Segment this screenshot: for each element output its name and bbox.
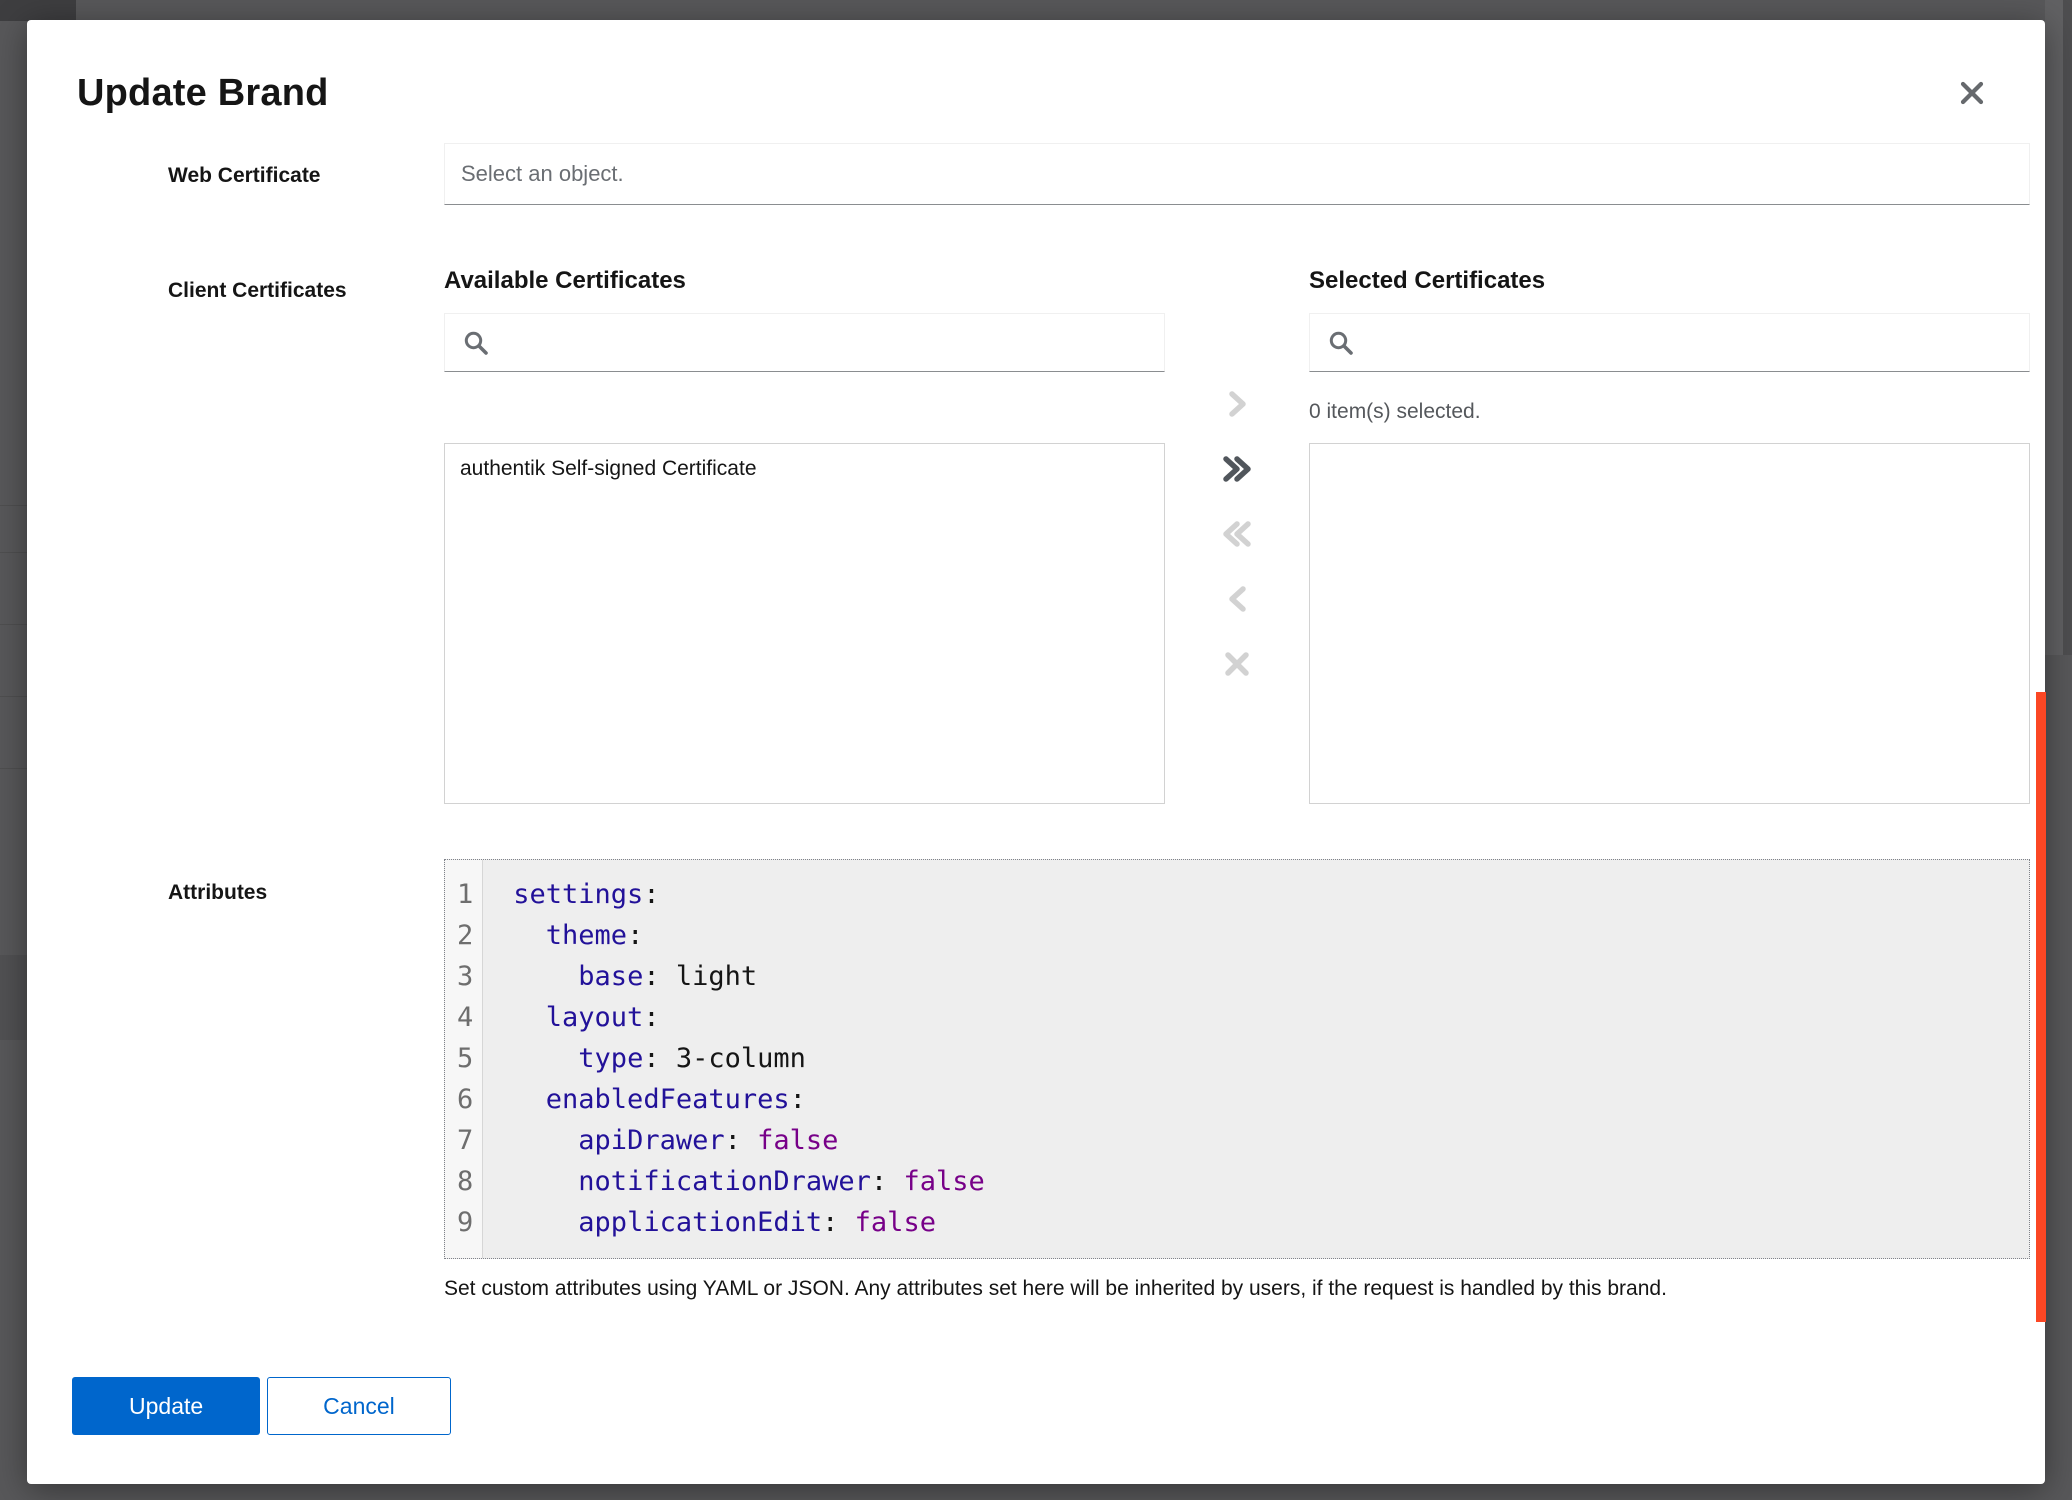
- attributes-help-text: Set custom attributes using YAML or JSON…: [444, 1276, 2030, 1302]
- background-table-row-divider: [0, 768, 27, 769]
- attributes-row: Attributes 123456789 settings: theme: ba…: [27, 859, 2045, 1302]
- background-table-row-divider: [0, 696, 27, 697]
- code-line: enabledFeatures:: [513, 1079, 2029, 1120]
- code-line-number: 3: [457, 956, 473, 997]
- move-selected-right-button[interactable]: [1217, 384, 1257, 424]
- client-certificates-row: Client Certificates Available Certificat…: [27, 267, 2045, 804]
- modal-footer: Update Cancel: [27, 1377, 2045, 1435]
- dual-list-selector: Available Certificates authentik Self-si…: [444, 267, 2030, 804]
- code-line: theme:: [513, 915, 2029, 956]
- code-line: type: 3-column: [513, 1038, 2029, 1079]
- double-angle-right-icon: [1221, 454, 1253, 484]
- times-icon: [1223, 650, 1251, 678]
- available-search: [444, 313, 1165, 372]
- code-line-number: 5: [457, 1038, 473, 1079]
- modal-title: Update Brand: [77, 72, 1985, 115]
- close-button[interactable]: [1955, 76, 1989, 110]
- available-certificates-list[interactable]: authentik Self-signed Certificate: [444, 443, 1165, 804]
- web-certificate-select[interactable]: Select an object.: [444, 143, 2030, 205]
- update-brand-modal: Update Brand Web Certificate Select an o…: [27, 20, 2045, 1484]
- background-table-row-divider: [0, 552, 27, 553]
- code-line-number: 9: [457, 1202, 473, 1243]
- web-certificate-placeholder: Select an object.: [461, 161, 624, 187]
- code-line-number: 7: [457, 1120, 473, 1161]
- move-all-right-button[interactable]: [1217, 449, 1257, 489]
- search-icon: [1328, 330, 1354, 356]
- double-angle-left-icon: [1221, 519, 1253, 549]
- selected-pane: Selected Certificates 0 item(s) selected…: [1309, 267, 2030, 804]
- background-table-row-divider: [0, 505, 27, 506]
- selected-count-status: 0 item(s) selected.: [1309, 400, 2030, 424]
- client-certificates-label: Client Certificates: [168, 267, 444, 804]
- clear-selection-button[interactable]: [1217, 644, 1257, 684]
- code-line-number: 6: [457, 1079, 473, 1120]
- move-all-left-button[interactable]: [1217, 514, 1257, 554]
- code-line: layout:: [513, 997, 2029, 1038]
- available-heading: Available Certificates: [444, 267, 1165, 295]
- code-line: apiDrawer: false: [513, 1120, 2029, 1161]
- attributes-label: Attributes: [168, 859, 444, 1302]
- angle-right-icon: [1226, 389, 1248, 419]
- background-table-row-fragment: [0, 955, 27, 1040]
- modal-header: Update Brand: [27, 20, 2045, 115]
- web-certificate-row: Web Certificate Select an object.: [27, 143, 2045, 205]
- selected-certificates-list[interactable]: [1309, 443, 2030, 804]
- background-table-row-divider: [0, 624, 27, 625]
- search-icon: [463, 330, 489, 356]
- available-certificate-item[interactable]: authentik Self-signed Certificate: [445, 444, 1164, 494]
- selected-search-input[interactable]: [1366, 331, 2011, 355]
- code-line: settings:: [513, 874, 2029, 915]
- code-line-number: 4: [457, 997, 473, 1038]
- code-line-numbers: 123456789: [445, 860, 483, 1258]
- available-pane: Available Certificates authentik Self-si…: [444, 267, 1165, 804]
- code-line-number: 1: [457, 874, 473, 915]
- code-line: base: light: [513, 956, 2029, 997]
- background-scrollbar: [2063, 0, 2072, 655]
- attributes-code-editor[interactable]: 123456789 settings: theme: base: light l…: [444, 859, 2030, 1259]
- selected-search: [1309, 313, 2030, 372]
- angle-left-icon: [1226, 584, 1248, 614]
- orange-alert-bar: [2036, 692, 2046, 1322]
- code-line-number: 8: [457, 1161, 473, 1202]
- code-line-number: 2: [457, 915, 473, 956]
- code-content[interactable]: settings: theme: base: light layout: typ…: [483, 860, 2029, 1258]
- code-line: notificationDrawer: false: [513, 1161, 2029, 1202]
- update-button[interactable]: Update: [72, 1377, 260, 1435]
- selected-heading: Selected Certificates: [1309, 267, 2030, 295]
- transfer-controls: [1165, 384, 1309, 804]
- move-selected-left-button[interactable]: [1217, 579, 1257, 619]
- web-certificate-label: Web Certificate: [168, 143, 444, 205]
- background-header-fragment: [0, 0, 76, 21]
- code-line: applicationEdit: false: [513, 1202, 2029, 1243]
- close-icon: [1959, 80, 1985, 106]
- cancel-button[interactable]: Cancel: [267, 1377, 451, 1435]
- available-search-input[interactable]: [501, 331, 1146, 355]
